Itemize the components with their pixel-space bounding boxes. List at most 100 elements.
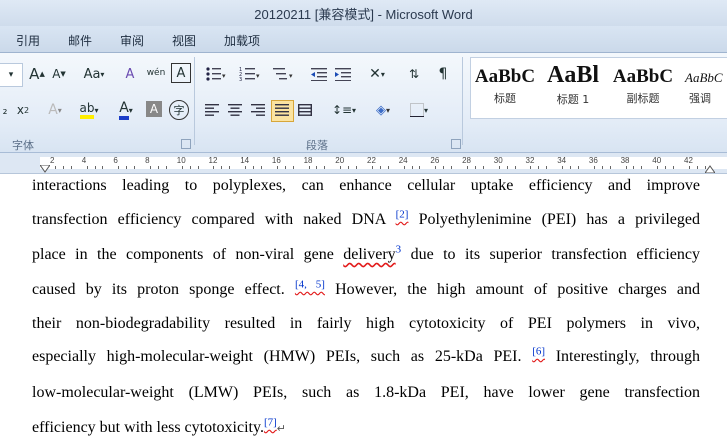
char-border-button[interactable]: A	[171, 63, 191, 83]
ruler-label: 2	[50, 156, 55, 165]
ruler-label: 20	[335, 156, 345, 165]
line-spacing-icon: ↕≡	[331, 103, 353, 117]
numbering-button[interactable]: 1 2 3 ▾	[236, 63, 264, 85]
doc-line-3: place in the components of non-viral gen…	[32, 243, 700, 263]
ruler-label: 16	[271, 156, 281, 165]
doc-line-8: efficiency but with less cytotoxicity.[7…	[32, 416, 286, 436]
align-right-button[interactable]	[248, 99, 268, 121]
subscript-fragment[interactable]: ₂	[0, 99, 10, 121]
asian-layout-button[interactable]: ✕ ▾	[362, 63, 392, 85]
ruler-tick	[253, 166, 255, 169]
change-case-button[interactable]: Aa ▾	[80, 63, 108, 85]
font-dialog-launcher[interactable]	[181, 139, 191, 149]
ruler-tick	[324, 166, 326, 169]
align-center-icon	[228, 104, 242, 116]
ruler-tick	[126, 166, 128, 169]
ruler-label: 26	[430, 156, 440, 165]
citation-ref[interactable]: [7]	[264, 417, 277, 429]
ruler-tick	[387, 166, 389, 169]
ruler-tick	[633, 166, 635, 169]
multilevel-list-button[interactable]: ▾	[270, 63, 298, 85]
ruler-tick	[340, 166, 342, 169]
ruler-label: 32	[525, 156, 535, 165]
justify-button[interactable]	[272, 99, 292, 121]
ruler-label: 10	[176, 156, 186, 165]
ruler-label: 22	[367, 156, 376, 165]
borders-button[interactable]: ▾	[404, 99, 434, 121]
paragraph-group-label: 段落	[306, 139, 328, 152]
citation-ref[interactable]: [2]	[396, 209, 409, 221]
ruler-tick	[284, 166, 286, 169]
ruler-tick	[411, 166, 413, 169]
ruler-tick	[118, 166, 120, 169]
paragraph-dialog-launcher[interactable]	[451, 139, 461, 149]
ruler-tick	[70, 166, 72, 169]
ruler-tick	[577, 166, 579, 169]
document-page[interactable]: interactions leading to polyplexes, can …	[0, 174, 727, 441]
line-spacing-button[interactable]: ↕≡ ▾	[329, 99, 359, 121]
window-title: 20120211 [兼容模式] - Microsoft Word	[254, 7, 473, 22]
distribute-icon	[298, 104, 312, 116]
decrease-indent-icon	[311, 68, 327, 81]
style-subtitle[interactable]: AaBbC 副标题	[611, 58, 675, 116]
distribute-button[interactable]	[295, 99, 315, 121]
right-indent-marker[interactable]	[705, 163, 715, 173]
align-center-button[interactable]	[225, 99, 245, 121]
sort-button[interactable]: ⇅	[403, 63, 425, 85]
asian-layout-icon: ✕	[369, 66, 381, 82]
tab-view[interactable]: 视图	[172, 32, 196, 49]
ruler-tick	[86, 166, 88, 169]
show-marks-button[interactable]: ¶	[433, 63, 453, 85]
char-shading-button[interactable]: A	[146, 101, 162, 117]
ruler-tick	[150, 166, 152, 169]
doc-line-7: low-molecular-weight (LMW) PEIs, such as…	[32, 384, 700, 401]
tab-mailings[interactable]: 邮件	[68, 32, 92, 49]
citation-ref[interactable]: [6]	[532, 346, 545, 358]
ruler-tick	[94, 166, 96, 169]
ruler-tick	[482, 166, 484, 169]
style-emphasis[interactable]: AaBbC 强调	[679, 58, 727, 116]
ruler-label: 28	[462, 156, 471, 165]
ruler-label: 8	[145, 156, 150, 165]
ruler-tick	[197, 166, 199, 169]
grow-font-button[interactable]: A ▲	[28, 63, 46, 85]
doc-line-2: transfection efficiency compared with na…	[32, 208, 700, 228]
increase-indent-button[interactable]	[333, 63, 353, 85]
superscript-button[interactable]: x2	[14, 99, 32, 121]
ruler-tick	[609, 166, 611, 169]
shrink-font-button[interactable]: A ▼	[50, 63, 68, 85]
spelling-error-word[interactable]: delivery	[343, 246, 395, 263]
font-size-box[interactable]: ▾	[0, 63, 23, 87]
enclose-chars-button[interactable]: 字	[169, 100, 189, 120]
first-line-indent-marker[interactable]	[40, 165, 50, 173]
shading-button[interactable]: ◈ ▾	[368, 99, 398, 121]
highlight-button[interactable]: ab ▾	[74, 99, 104, 121]
ruler-label: 42	[684, 156, 693, 165]
tab-addins[interactable]: 加载项	[224, 32, 260, 49]
ruler-tick	[134, 166, 136, 169]
ruler-label: 34	[557, 156, 567, 165]
ruler-tick	[54, 166, 56, 169]
bullets-icon: ▾	[206, 67, 226, 81]
group-separator	[462, 57, 463, 145]
ruler-tick	[221, 166, 223, 169]
paragraph-mark: ↵	[276, 423, 286, 435]
citation-ref[interactable]: [4, 5]	[295, 279, 325, 291]
horizontal-ruler[interactable]: 2 4 6 8 10 12 14 16 18 20 22 24 26 28 30 32 34 36 38 40 42	[0, 153, 727, 174]
decrease-indent-button[interactable]	[309, 63, 329, 85]
text-effect-button[interactable]: A ▾	[44, 99, 66, 121]
style-heading-1[interactable]: AaBl 标题 1	[541, 58, 605, 116]
ruler-tick	[688, 166, 690, 169]
tab-references[interactable]: 引用	[16, 32, 40, 49]
multilevel-list-icon: ▾	[273, 68, 293, 80]
bullets-button[interactable]: ▾	[202, 63, 230, 85]
style-title[interactable]: AaBbC 标题	[473, 58, 537, 116]
phonetic-guide-button[interactable]: wén	[145, 61, 167, 85]
clear-format-button[interactable]: A	[120, 63, 140, 85]
align-left-button[interactable]	[202, 99, 222, 121]
ruler-tick	[189, 166, 191, 169]
font-color-button[interactable]: A ▾	[112, 99, 140, 121]
ruler-tick	[276, 166, 278, 169]
numbering-icon: 123 ▾	[239, 67, 260, 82]
tab-review[interactable]: 审阅	[120, 32, 144, 49]
